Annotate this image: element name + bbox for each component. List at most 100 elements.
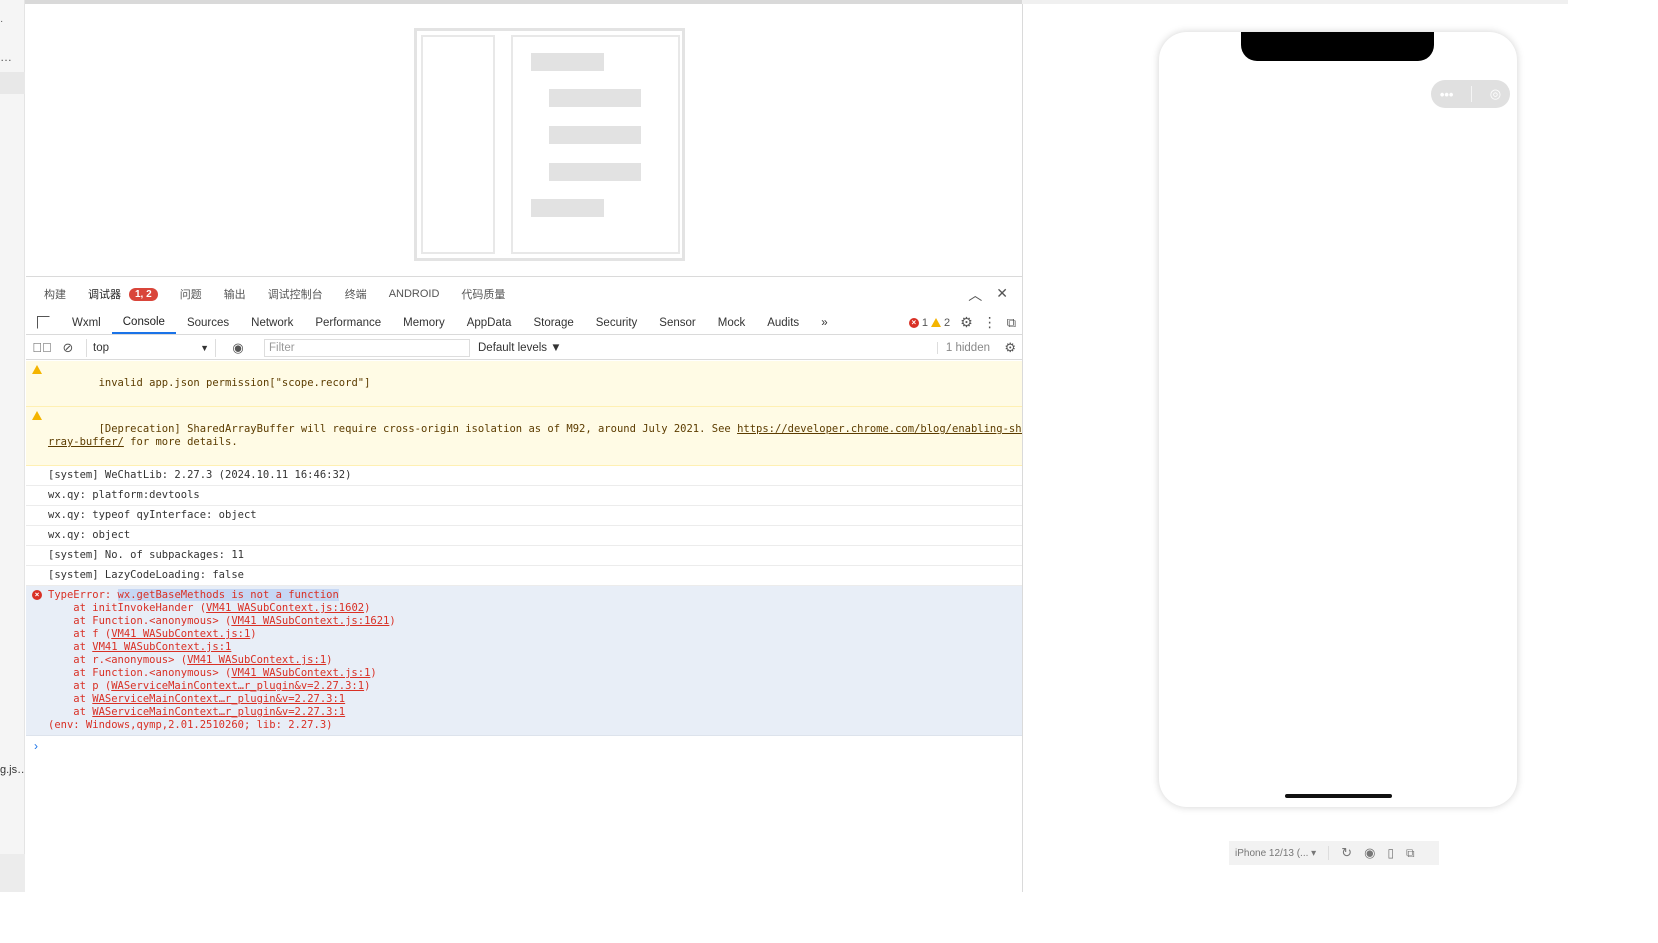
stack-link[interactable]: VM41 WASubContext.js:1621 (231, 615, 389, 627)
stack-link[interactable]: VM41 WASubContext.js:1 (231, 667, 370, 679)
toggle-sidebar-icon[interactable]: ▸⃞ (32, 338, 52, 358)
stack-link[interactable]: VM41 WASubContext.js:1 (187, 654, 326, 666)
filter-input[interactable]: Filter (264, 338, 470, 357)
rotate-icon[interactable]: ↻ (1341, 845, 1352, 861)
stack-frame: at Function.<anonymous> ( (48, 667, 232, 679)
tab-memory[interactable]: Memory (392, 311, 456, 334)
tab-performance[interactable]: Performance (304, 311, 392, 334)
tab-code-quality[interactable]: 代码质量 (461, 286, 505, 302)
console-message[interactable]: wx.qy: object (26, 526, 1022, 546)
stack-link[interactable]: WAServiceMainContext…r_plugin&v=2.27.3:1 (92, 706, 345, 718)
message-link[interactable]: https://developer.chrome.com/blog/enabli… (737, 423, 1059, 435)
capsule-divider (1471, 86, 1473, 102)
debug-top-tabs: 构建 调试器 1, 2 问题 输出 调试控制台 终端 ANDROID 代码质量 … (26, 277, 1022, 311)
undock-icon[interactable]: ⧉ (1007, 315, 1016, 331)
left-gutter: · … g.js… (0, 0, 25, 892)
panel-controls: ︿ ✕ (968, 285, 1008, 305)
message-text: for more details. (123, 436, 238, 448)
stack-frame: at (48, 706, 93, 718)
tab-audits[interactable]: Audits (756, 311, 810, 334)
console-prompt[interactable]: › (26, 736, 1022, 756)
tab-storage[interactable]: Storage (522, 311, 584, 334)
inspect-element-button[interactable] (26, 311, 61, 334)
tab-debugger[interactable]: 调试器 1, 2 (88, 286, 158, 302)
record-stop-icon[interactable]: ◉ (1364, 845, 1375, 861)
placeholder-bar (549, 163, 641, 181)
warning-count: 2 (944, 316, 951, 329)
console-error-message[interactable]: × TypeError: wx.getBaseMethods is not a f… (26, 586, 1022, 736)
stack-frame: ) (250, 628, 257, 640)
console-message[interactable]: [Deprecation] SharedArrayBuffer will req… (26, 407, 1059, 466)
tab-sources[interactable]: Sources (176, 311, 240, 334)
tab-android[interactable]: ANDROID (389, 288, 440, 300)
tab-build[interactable]: 构建 (44, 286, 66, 302)
stack-frame: at initInvokeHander ( (48, 602, 207, 614)
gutter-ellipsis[interactable]: … (0, 50, 12, 64)
tab-mock[interactable]: Mock (707, 311, 756, 334)
stack-link[interactable]: WAServiceMainContext…r_plugin&v=2.27.3:1 (111, 680, 364, 692)
stack-frame: ) (370, 667, 377, 679)
tab-appdata[interactable]: AppData (456, 311, 523, 334)
tab-terminal[interactable]: 终端 (345, 286, 367, 302)
stack-link[interactable]: VM41 WASubContext.js:1602 (206, 602, 364, 614)
tab-network[interactable]: Network (240, 311, 304, 334)
error-highlight: wx.getBaseMethods is not a function (117, 589, 339, 601)
phone-notch (1241, 32, 1434, 61)
filter-placeholder: Filter (269, 341, 295, 354)
tab-output[interactable]: 输出 (224, 286, 246, 302)
debug-panel: 构建 调试器 1, 2 问题 输出 调试控制台 终端 ANDROID 代码质量 … (26, 276, 1059, 892)
console-settings-gear-icon[interactable]: ⚙ (1004, 340, 1016, 356)
stack-link[interactable]: VM41 WASubContext.js:1 (111, 628, 250, 640)
placeholder-sidebar (421, 35, 495, 254)
tab-problems[interactable]: 问题 (180, 286, 202, 302)
stack-frame: at p ( (48, 680, 112, 692)
tab-console[interactable]: Console (111, 311, 176, 334)
close-target-icon[interactable]: ◎ (1490, 86, 1501, 102)
gutter-file-label[interactable]: g.js… (0, 764, 25, 776)
tab-debug-console[interactable]: 调试控制台 (268, 286, 323, 302)
phone-frame[interactable]: ••• ◎ (1159, 32, 1517, 807)
more-dots-icon[interactable]: ••• (1440, 87, 1454, 102)
more-options-icon[interactable]: ⋮ (983, 314, 997, 331)
error-env: (env: Windows,qymp,2.01.2510260; lib: 2.… (48, 719, 333, 731)
devtools-right-tools: × 1 2 ⚙ ⋮ ⧉ (908, 314, 1016, 331)
error-count: 1 (921, 316, 929, 329)
stack-frame: ) (326, 654, 333, 666)
console-message[interactable]: [system] No. of subpackages: 11 (26, 546, 1022, 566)
collapse-panel-icon[interactable]: ︿ (968, 285, 982, 305)
console-message[interactable]: invalid app.json permission["scope.recor… (26, 361, 1022, 407)
tab-sensor[interactable]: Sensor (648, 311, 706, 334)
device-selector[interactable]: iPhone 12/13 (... ▾ (1235, 848, 1316, 859)
popout-window-icon[interactable]: ⧉ (1406, 846, 1415, 861)
live-expression-eye-icon[interactable]: ◉ (228, 338, 248, 358)
close-panel-icon[interactable]: ✕ (996, 285, 1008, 305)
console-message[interactable]: wx.qy: platform:devtools (26, 486, 1022, 506)
stack-link[interactable]: VM41 WASubContext.js:1 (92, 641, 231, 653)
stack-frame: ) (389, 615, 396, 627)
console-message[interactable]: wx.qy: typeof qyInterface: object (26, 506, 1022, 526)
stack-frame: at Function.<anonymous> ( (48, 615, 232, 627)
clear-console-icon[interactable]: ⊘ (58, 338, 78, 358)
chevron-down-icon: ▼ (200, 342, 209, 353)
home-indicator (1285, 794, 1392, 798)
editor-placeholder-illustration (414, 28, 685, 261)
settings-gear-icon[interactable]: ⚙ (960, 314, 973, 331)
warning-icon (32, 411, 42, 420)
console-output: invalid app.json permission["scope.recor… (26, 361, 1059, 756)
tab-security[interactable]: Security (585, 311, 649, 334)
console-message[interactable]: [system] LazyCodeLoading: false (26, 566, 1022, 586)
console-toolbar: ▸⃞ ⊘ top ▼ ◉ Filter Default levels ▼ 1 h… (26, 336, 1022, 360)
more-tabs-button[interactable]: » (810, 311, 838, 334)
gutter-selected-row[interactable] (0, 72, 25, 94)
context-selector[interactable]: top ▼ (86, 338, 216, 357)
inspect-icon (37, 316, 50, 329)
message-link[interactable]: rray-buffer/ (48, 436, 124, 448)
stack-link[interactable]: WAServiceMainContext…r_plugin&v=2.27.3:1 (92, 693, 345, 705)
log-levels-dropdown[interactable]: Default levels ▼ (478, 342, 562, 354)
issues-counter[interactable]: × 1 2 (908, 316, 951, 329)
device-frame-icon[interactable]: ▯ (1387, 846, 1394, 860)
tab-wxml[interactable]: Wxml (61, 311, 112, 334)
console-message[interactable]: [system] WeChatLib: 2.27.3 (2024.10.11 1… (26, 466, 1022, 486)
devtools-panel-tabs: Wxml Console Sources Network Performance… (26, 311, 1022, 335)
error-icon: × (32, 590, 42, 600)
